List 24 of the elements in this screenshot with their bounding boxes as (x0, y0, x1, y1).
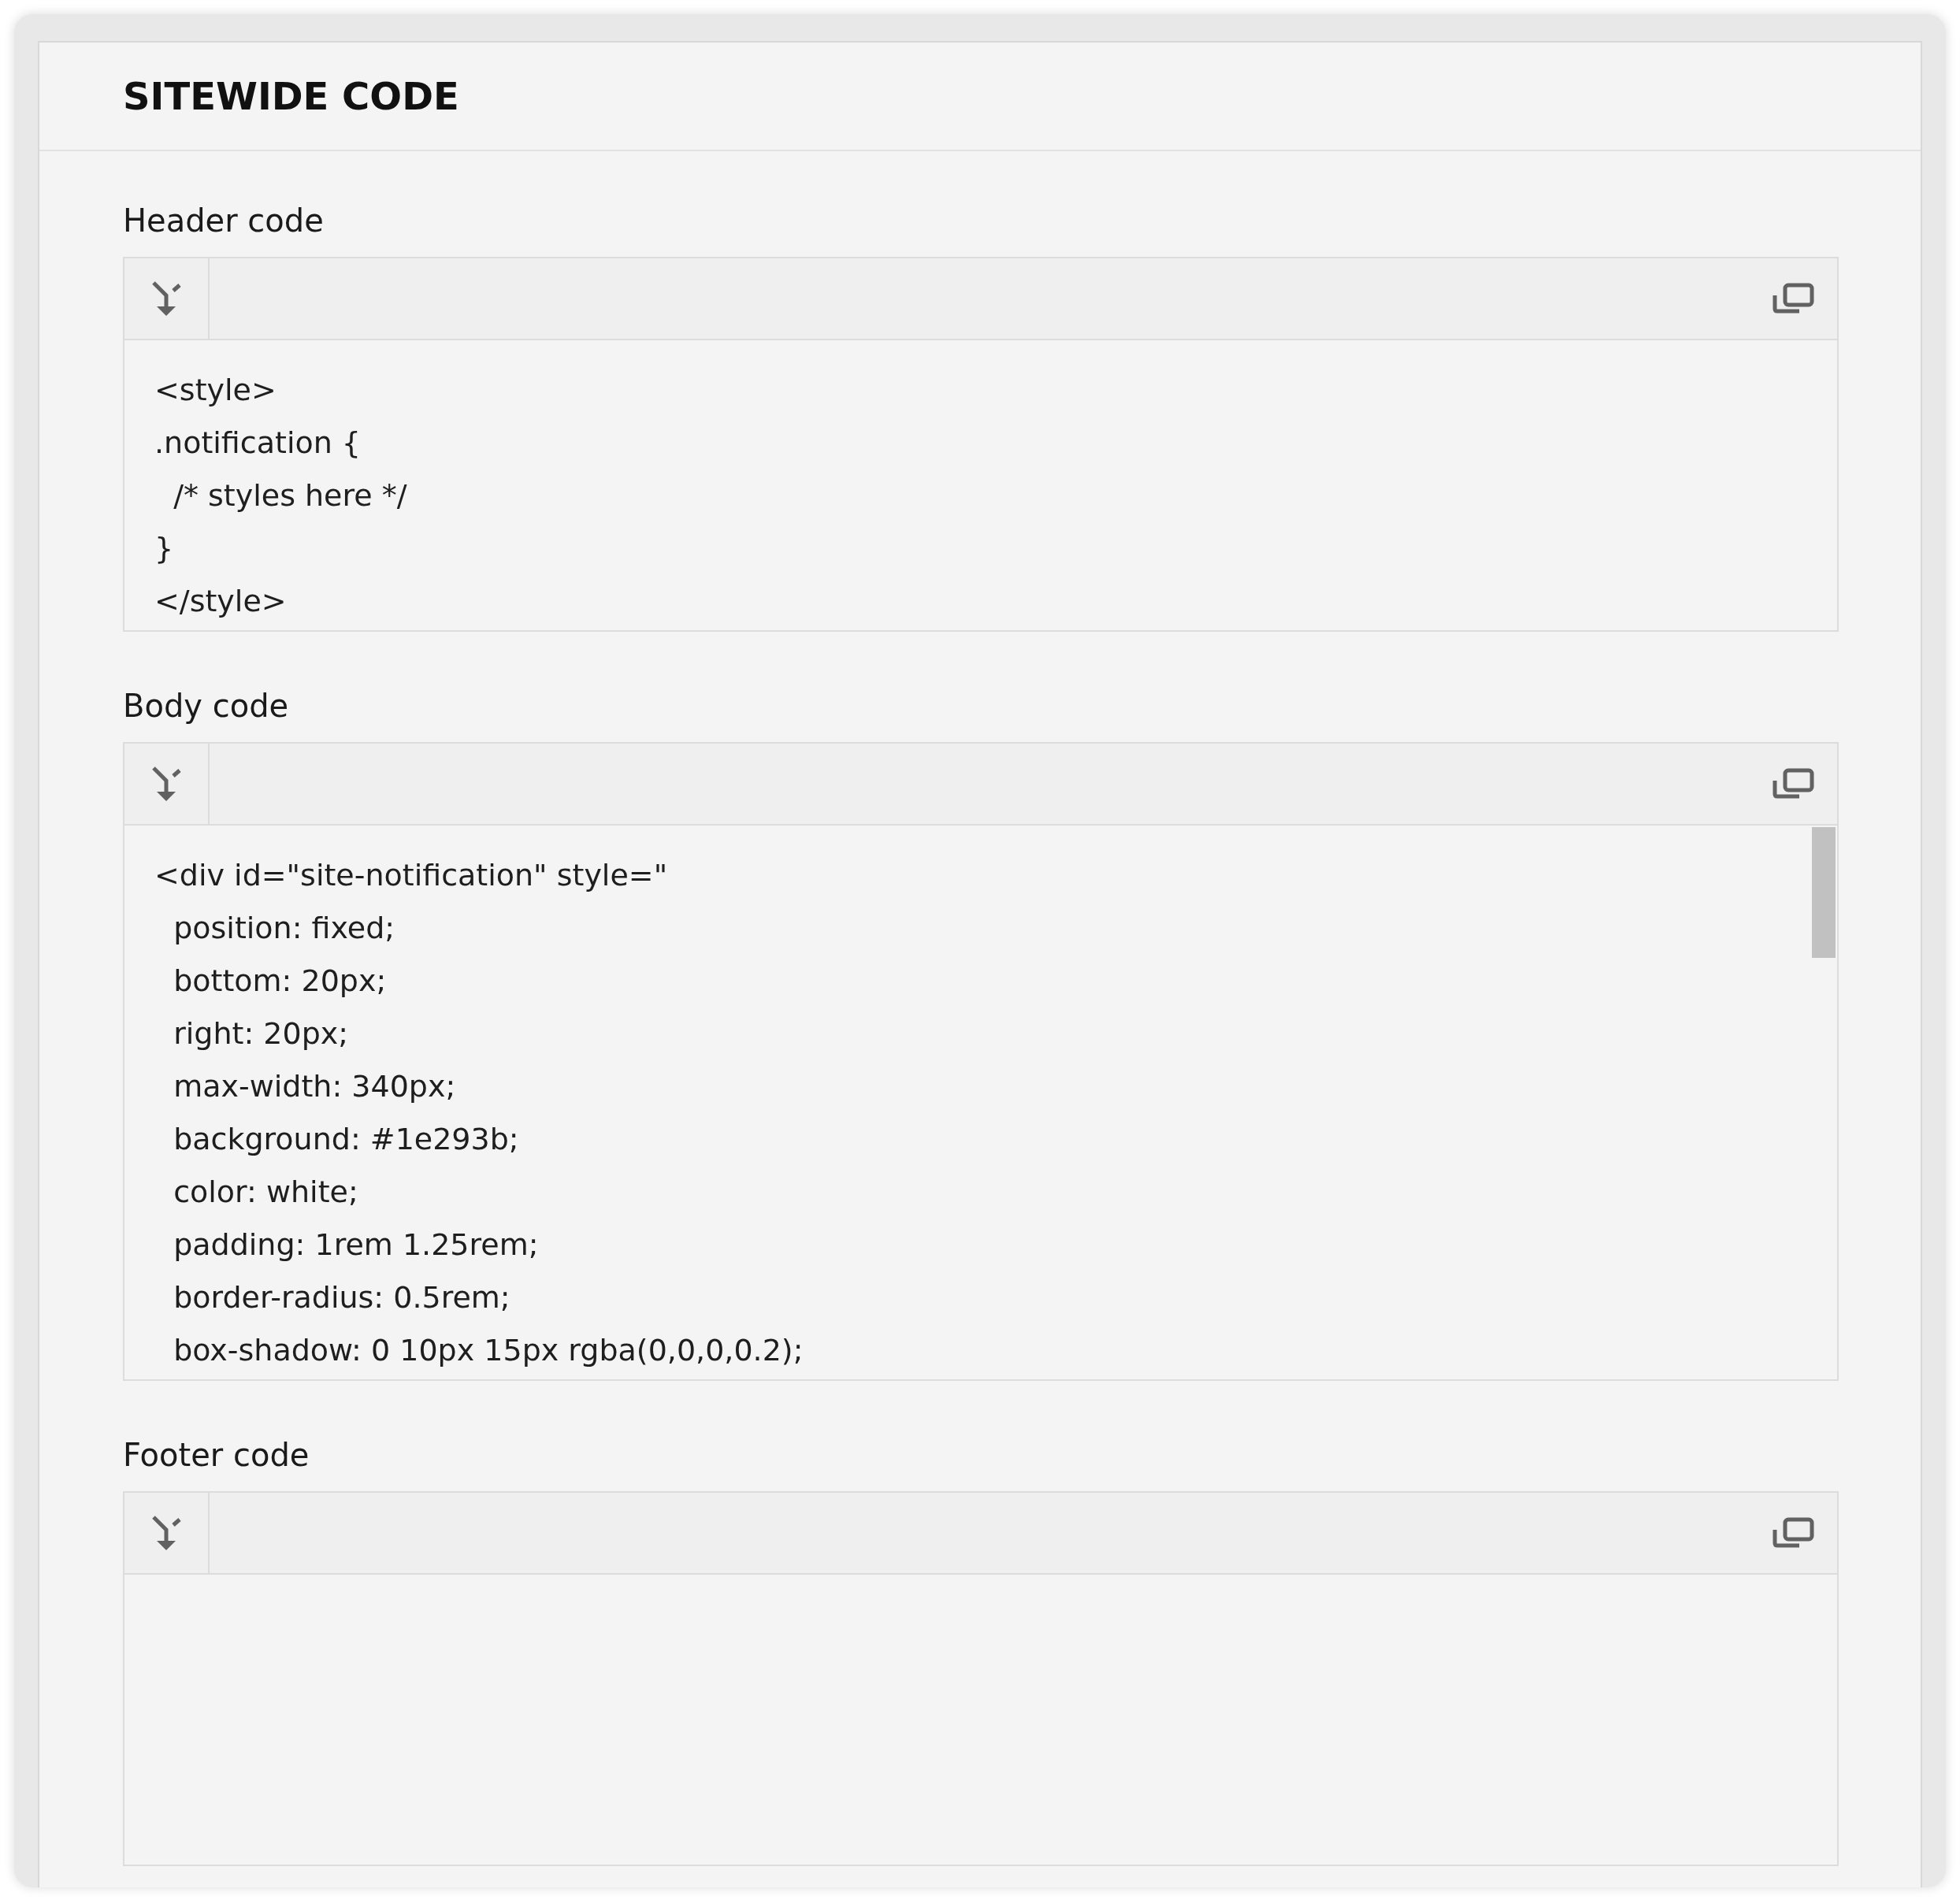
field-label: Header code (123, 202, 325, 239)
code-line: color: white; (173, 1174, 359, 1211)
code-line: <div id="site-notification" style=" (154, 857, 669, 894)
code-line: padding: 1rem 1.25rem; (173, 1226, 540, 1264)
code-line: position: fixed; (173, 910, 396, 947)
code-line: box-shadow: 0 10px 15px rgba(0,0,0,0.2); (173, 1332, 804, 1369)
scrollbar-thumb[interactable] (1812, 827, 1836, 958)
code-line: max-width: 340px; (173, 1068, 457, 1105)
code-line: .notification { (154, 425, 362, 462)
field-label: Footer code (123, 1436, 310, 1474)
code-line: border-radius: 0.5rem; (173, 1279, 511, 1316)
panel-title: SITEWIDE CODE (123, 74, 459, 118)
expand-window-icon[interactable] (1771, 1517, 1815, 1549)
code-line: background: #1e293b; (173, 1121, 520, 1158)
expand-window-icon[interactable] (1771, 283, 1815, 314)
code-line: right: 20px; (173, 1015, 350, 1052)
code-line: <style> (154, 372, 277, 409)
code-line: </style> (154, 583, 288, 620)
code-editor[interactable]: <style> .notification { /* styles here */ } </style> (123, 257, 1839, 632)
code-line: } (154, 530, 175, 567)
expand-window-icon[interactable] (1771, 768, 1815, 800)
field-label: Body code (123, 687, 290, 725)
code-line: /* styles here */ (173, 477, 408, 514)
code-line: bottom: 20px; (173, 963, 388, 1000)
